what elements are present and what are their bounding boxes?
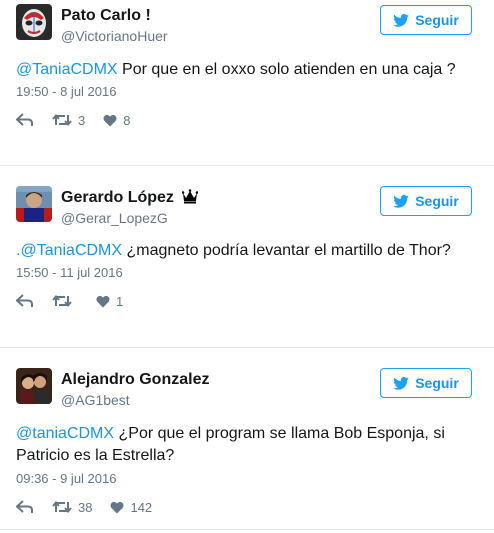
- follow-button[interactable]: Seguir: [380, 5, 472, 35]
- mention-link[interactable]: @TaniaCDMX: [16, 61, 118, 78]
- tweet-timestamp[interactable]: 19:50 - 8 jul 2016: [16, 84, 116, 99]
- heart-icon: [103, 114, 117, 126]
- user-name[interactable]: Gerardo López: [61, 189, 199, 207]
- user-handle[interactable]: @VictorianoHuer: [61, 28, 168, 44]
- tweet-actions: 1: [16, 293, 141, 309]
- mention-link[interactable]: @taniaCDMX: [16, 425, 114, 442]
- user-handle[interactable]: @AG1best: [61, 392, 130, 408]
- retweet-icon: [52, 113, 72, 127]
- avatar[interactable]: [16, 4, 52, 40]
- like-button[interactable]: 1: [96, 294, 123, 309]
- tweet-actions: 3 8: [16, 112, 148, 128]
- avatar[interactable]: [16, 186, 52, 222]
- tweet-text: @taniaCDMX ¿Por que el program se llama …: [16, 423, 476, 467]
- retweet-icon: [52, 500, 72, 514]
- follow-label: Seguir: [415, 375, 459, 391]
- user-name[interactable]: Alejandro Gonzalez: [61, 371, 209, 389]
- follow-button[interactable]: Seguir: [380, 186, 472, 216]
- tweet-card: Gerardo López @Gerar_LopezG Seguir .@Tan…: [0, 166, 494, 346]
- tweet-timestamp[interactable]: 09:36 - 9 jul 2016: [16, 471, 116, 486]
- reply-button[interactable]: [16, 294, 34, 308]
- avatar[interactable]: [16, 368, 52, 404]
- like-count: 8: [123, 112, 131, 128]
- reply-icon: [16, 294, 33, 307]
- reply-icon: [16, 113, 33, 126]
- retweet-icon: [52, 294, 72, 308]
- reply-icon: [16, 500, 33, 513]
- tweet-card: Pato Carlo ! @VictorianoHuer Seguir @Tan…: [0, 0, 494, 150]
- tweet-body: Por que en el oxxo solo atienden en una …: [117, 61, 456, 78]
- like-button[interactable]: 142: [110, 500, 152, 515]
- divider: [0, 529, 494, 530]
- retweet-button[interactable]: 3: [52, 113, 85, 128]
- retweet-button[interactable]: [52, 294, 78, 308]
- follow-button[interactable]: Seguir: [380, 368, 472, 398]
- heart-icon: [96, 295, 110, 307]
- tweet-text: .@TaniaCDMX ¿magneto podría levantar el …: [16, 240, 476, 262]
- mention-link[interactable]: .@TaniaCDMX: [16, 242, 122, 259]
- crown-icon: [182, 189, 199, 204]
- reply-button[interactable]: [16, 500, 34, 514]
- like-count: 1: [116, 293, 124, 309]
- retweet-count: 3: [78, 112, 86, 128]
- twitter-bird-icon: [393, 13, 410, 27]
- reply-button[interactable]: [16, 113, 34, 127]
- tweet-card: Alejandro Gonzalez @AG1best Seguir @tani…: [0, 348, 494, 528]
- retweet-button[interactable]: 38: [52, 500, 92, 515]
- twitter-bird-icon: [393, 376, 410, 390]
- twitter-bird-icon: [393, 194, 410, 208]
- tweet-body: ¿magneto podría levantar el martillo de …: [122, 242, 451, 259]
- follow-label: Seguir: [415, 193, 459, 209]
- like-count: 142: [130, 499, 153, 515]
- tweet-actions: 38 142: [16, 499, 170, 515]
- tweet-text: @TaniaCDMX Por que en el oxxo solo atien…: [16, 59, 476, 81]
- heart-icon: [110, 501, 124, 513]
- retweet-count: 38: [78, 499, 93, 515]
- follow-label: Seguir: [415, 12, 459, 28]
- user-name[interactable]: Pato Carlo !: [61, 7, 151, 25]
- tweet-timestamp[interactable]: 15:50 - 11 jul 2016: [16, 265, 123, 280]
- user-handle[interactable]: @Gerar_LopezG: [61, 210, 168, 226]
- like-button[interactable]: 8: [103, 113, 130, 128]
- user-name-text: Gerardo López: [61, 189, 174, 206]
